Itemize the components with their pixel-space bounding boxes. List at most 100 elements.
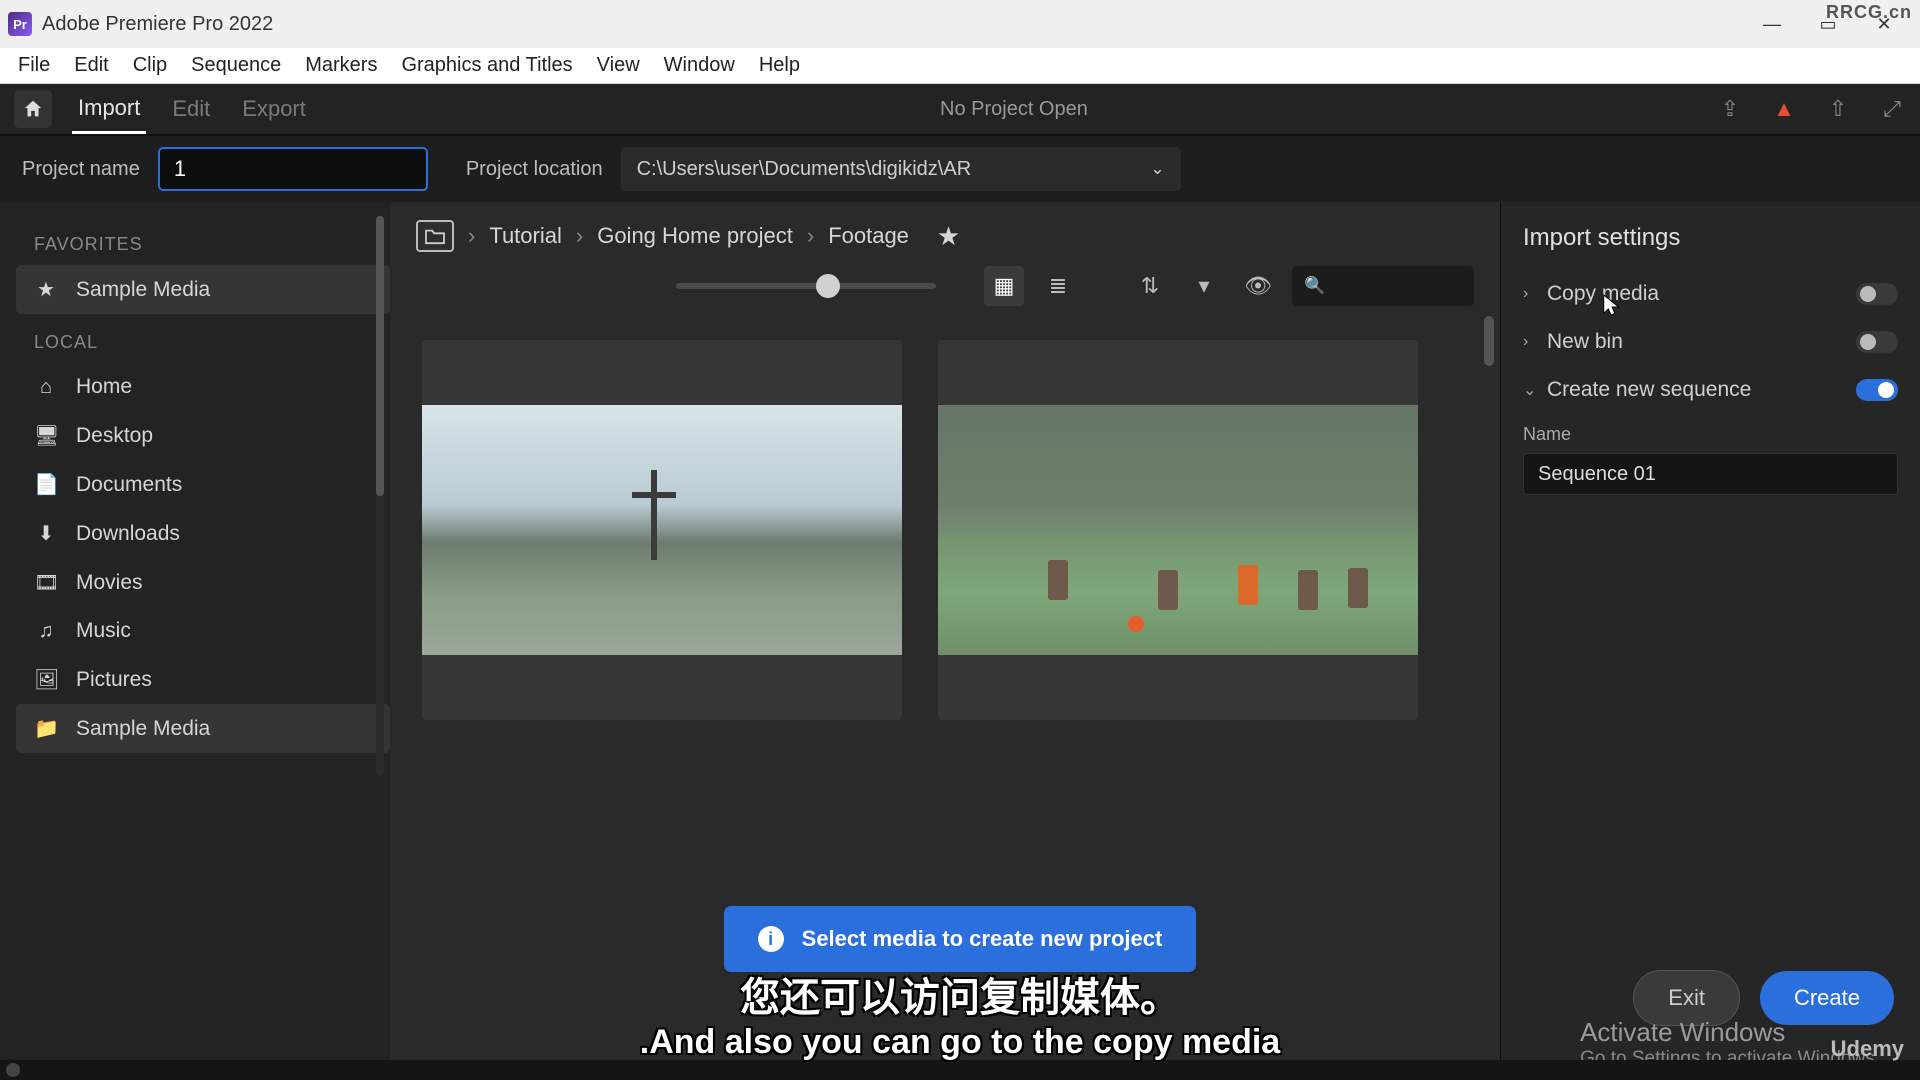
sidebar-item-label: Movies <box>76 571 143 595</box>
menu-clip[interactable]: Clip <box>123 50 177 81</box>
chevron-down-icon: ⌄ <box>1523 380 1537 400</box>
desktop-icon: 🖥 <box>34 423 58 448</box>
breadcrumb: › Tutorial › Going Home project › Footag… <box>390 202 1500 258</box>
sidebar-item-pictures[interactable]: 🖼 Pictures <box>16 655 390 704</box>
sidebar: FAVORITES ★ Sample Media LOCAL ⌂ Home 🖥 … <box>0 202 390 1080</box>
sequence-name-label: Name <box>1523 424 1898 445</box>
thumbnail-figure <box>1048 560 1068 600</box>
import-settings-title: Import settings <box>1523 224 1898 252</box>
star-icon: ★ <box>34 277 58 302</box>
content-scrollbar[interactable] <box>1484 312 1494 612</box>
menu-markers[interactable]: Markers <box>295 50 387 81</box>
thumbnail-ball <box>1128 616 1144 632</box>
sidebar-item-label: Downloads <box>76 522 180 546</box>
toggle-copy-media[interactable] <box>1856 283 1898 305</box>
sidebar-item-label: Desktop <box>76 424 153 448</box>
toggle-create-sequence[interactable] <box>1856 379 1898 401</box>
breadcrumb-sep: › <box>807 223 814 249</box>
fullscreen-icon[interactable]: ⤢ <box>1878 95 1906 123</box>
chevron-down-icon: ⌄ <box>1150 159 1164 179</box>
media-thumbnail[interactable] <box>422 340 902 720</box>
thumbnail-figure <box>1298 570 1318 610</box>
sidebar-item-label: Documents <box>76 473 182 497</box>
sidebar-item-movies[interactable]: 🎞 Movies <box>16 558 390 607</box>
breadcrumb-sep: › <box>576 223 583 249</box>
toggle-new-bin[interactable] <box>1856 331 1898 353</box>
create-button[interactable]: Create <box>1760 971 1894 1025</box>
appbar-right-icons: ⇪ ▲ ⇧ ⤢ <box>1716 95 1906 123</box>
watermark-top-right: RRCG.cn <box>1826 2 1912 23</box>
list-view-icon[interactable]: ≣ <box>1038 266 1078 306</box>
sidebar-item-home[interactable]: ⌂ Home <box>16 363 390 411</box>
tab-export[interactable]: Export <box>236 86 312 132</box>
home-icon[interactable] <box>14 90 52 128</box>
favorite-star-icon[interactable]: ★ <box>937 221 960 252</box>
content-toolbar: ▦ ≣ ⇅ ▾ 👁 🔍 <box>390 258 1500 322</box>
status-dot-icon <box>6 1063 20 1077</box>
footer-buttons: Exit Create <box>1633 970 1894 1026</box>
quick-export-icon[interactable]: ⇪ <box>1716 95 1744 123</box>
filter-icon[interactable]: ▾ <box>1184 266 1224 306</box>
project-status: No Project Open <box>332 98 1696 121</box>
sidebar-item-documents[interactable]: 📄 Documents <box>16 460 390 509</box>
thumbnail-figure <box>1158 570 1178 610</box>
breadcrumb-item[interactable]: Going Home project <box>597 223 793 249</box>
share-icon[interactable]: ⇧ <box>1824 95 1852 123</box>
setting-create-sequence[interactable]: ⌄ Create new sequence <box>1523 366 1898 414</box>
setting-label: Copy media <box>1547 282 1659 306</box>
project-location-value: C:\Users\user\Documents\digikidz\AR <box>637 158 972 181</box>
minimize-button[interactable]: — <box>1744 0 1800 48</box>
setting-label: New bin <box>1547 330 1623 354</box>
menu-file[interactable]: File <box>8 50 60 81</box>
breadcrumb-item[interactable]: Tutorial <box>489 223 562 249</box>
visibility-icon[interactable]: 👁 <box>1238 266 1278 306</box>
setting-copy-media[interactable]: › Copy media <box>1523 270 1898 318</box>
sidebar-item-desktop[interactable]: 🖥 Desktop <box>16 411 390 460</box>
menubar: File Edit Clip Sequence Markers Graphics… <box>0 48 1920 84</box>
watermark-bottom-right: Udemy <box>1831 1036 1904 1062</box>
home-folder-icon: ⌂ <box>34 376 58 399</box>
sidebar-item-music[interactable]: ♫ Music <box>16 607 390 655</box>
warning-icon[interactable]: ▲ <box>1770 95 1798 123</box>
sidebar-item-sample-media[interactable]: 📁 Sample Media <box>16 704 390 753</box>
menu-help[interactable]: Help <box>749 50 810 81</box>
folder-open-icon[interactable] <box>416 220 454 252</box>
thumbnail-figure <box>1238 565 1258 605</box>
tab-import[interactable]: Import <box>72 85 146 134</box>
menu-edit[interactable]: Edit <box>64 50 118 81</box>
grid-view-icon[interactable]: ▦ <box>984 266 1024 306</box>
sidebar-item-downloads[interactable]: ⬇ Downloads <box>16 509 390 558</box>
menu-window[interactable]: Window <box>654 50 745 81</box>
sequence-name-input[interactable] <box>1523 453 1898 495</box>
search-icon: 🔍 <box>1304 276 1325 296</box>
window-title: Adobe Premiere Pro 2022 <box>42 13 273 36</box>
window-titlebar: Pr Adobe Premiere Pro 2022 — ▭ ✕ <box>0 0 1920 48</box>
music-icon: ♫ <box>34 620 58 643</box>
sidebar-scrollbar[interactable] <box>376 216 384 776</box>
breadcrumb-item[interactable]: Footage <box>828 223 909 249</box>
setting-new-bin[interactable]: › New bin <box>1523 318 1898 366</box>
thumbnail-cross-shape <box>632 470 676 560</box>
menu-graphics-titles[interactable]: Graphics and Titles <box>391 50 582 81</box>
project-bar: Project name Project location C:\Users\u… <box>0 136 1920 202</box>
sidebar-fav-sample-media[interactable]: ★ Sample Media <box>16 265 390 314</box>
info-banner: i Select media to create new project <box>724 906 1197 972</box>
project-name-input[interactable] <box>158 147 428 191</box>
sidebar-item-label: Home <box>76 375 132 399</box>
thumbnail-figure <box>1348 568 1368 608</box>
media-thumbnail[interactable] <box>938 340 1418 720</box>
tab-edit[interactable]: Edit <box>166 86 216 132</box>
thumbnail-size-slider[interactable] <box>676 283 936 289</box>
menu-view[interactable]: View <box>587 50 650 81</box>
movies-icon: 🎞 <box>34 570 58 595</box>
breadcrumb-sep: › <box>468 223 475 249</box>
menu-sequence[interactable]: Sequence <box>181 50 291 81</box>
sidebar-local-label: LOCAL <box>34 332 390 353</box>
search-input[interactable]: 🔍 <box>1292 266 1474 306</box>
exit-button[interactable]: Exit <box>1633 970 1740 1026</box>
sort-icon[interactable]: ⇅ <box>1130 266 1170 306</box>
sidebar-item-label: Pictures <box>76 668 152 692</box>
project-location-dropdown[interactable]: C:\Users\user\Documents\digikidz\AR ⌄ <box>621 147 1181 191</box>
pictures-icon: 🖼 <box>34 667 58 692</box>
project-name-label: Project name <box>22 158 140 181</box>
